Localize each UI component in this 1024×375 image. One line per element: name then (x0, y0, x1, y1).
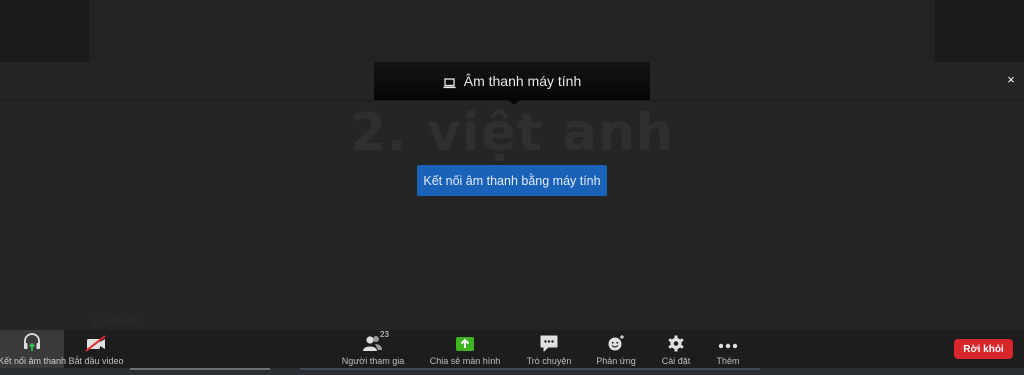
participant-name-tag: 2. việt anh (92, 316, 139, 327)
share-screen-button[interactable]: Chia sẻ màn hình (428, 330, 502, 368)
video-off-icon (85, 330, 107, 352)
laptop-icon (443, 76, 456, 88)
reactions-button[interactable]: Phản ứng (594, 330, 638, 368)
leave-button[interactable]: Rời khỏi (954, 339, 1013, 359)
reactions-label: Phản ứng (596, 356, 636, 366)
participants-icon: 23 (358, 330, 389, 352)
gear-icon (667, 330, 685, 352)
chat-icon (539, 330, 559, 352)
join-computer-audio-button[interactable]: Kết nối âm thanh bằng máy tính (417, 165, 607, 196)
audio-tab-label: Âm thanh máy tính (463, 73, 582, 89)
settings-button[interactable]: Cài đặt (658, 330, 694, 368)
top-video-area (89, 0, 935, 62)
close-icon[interactable]: × (1004, 72, 1018, 88)
more-button[interactable]: Thêm (712, 330, 744, 368)
chat-button[interactable]: Trò chuyện (524, 330, 574, 368)
smiley-icon (606, 330, 626, 352)
join-audio-toolbar-button[interactable]: Kết nối âm thanh (0, 330, 67, 368)
participants-label: Người tham gia (341, 356, 405, 366)
more-icon (717, 330, 739, 352)
chat-label: Trò chuyện (526, 356, 572, 366)
share-screen-label: Chia sẻ màn hình (429, 356, 501, 366)
headphones-icon (22, 330, 42, 352)
join-audio-label: Kết nối âm thanh (0, 356, 67, 366)
start-video-button[interactable]: Bắt đầu video (68, 330, 124, 368)
more-label: Thêm (716, 356, 740, 366)
start-video-label: Bắt đầu video (68, 356, 124, 366)
bottom-strip-segment (130, 368, 270, 370)
participant-count: 23 (380, 330, 389, 339)
bottom-strip (0, 368, 1024, 375)
participants-button[interactable]: 23 Người tham gia (340, 330, 406, 368)
share-screen-icon (455, 330, 475, 352)
audio-tab-computer-audio[interactable]: Âm thanh máy tính (374, 62, 650, 100)
bottom-strip-segment (300, 368, 760, 370)
participant-display-name: 2. việt anh (349, 103, 675, 163)
settings-label: Cài đặt (661, 356, 691, 366)
